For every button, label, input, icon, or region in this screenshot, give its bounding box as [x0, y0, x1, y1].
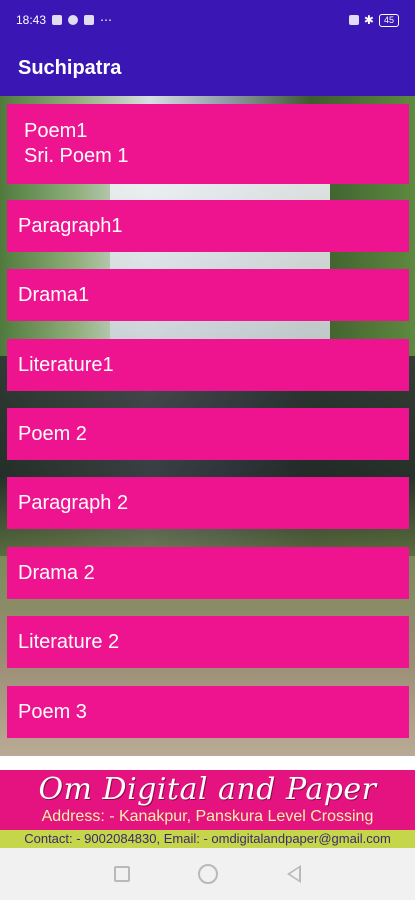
menu-item-paragraph1[interactable]: Paragraph1 — [7, 200, 409, 252]
ad-banner[interactable]: Om Digital and Paper Address: - Kanakpur… — [0, 770, 415, 848]
menu-item-label: Drama 2 — [18, 561, 95, 584]
status-time: 18:43 — [16, 13, 47, 27]
home-icon[interactable] — [198, 864, 219, 884]
menu-item-label: Paragraph1 — [18, 214, 123, 237]
content-background: Poem1 Sri. Poem 1 Paragraph1 Drama1 Lite… — [0, 96, 415, 756]
menu-item-label: Paragraph 2 — [18, 491, 129, 514]
status-bar: 18:43 ⋯ ✱ 45 — [0, 0, 415, 40]
apps-icon — [84, 15, 95, 25]
menu-item-label: Poem 3 — [18, 700, 87, 723]
status-left: 18:43 ⋯ — [16, 13, 112, 27]
menu-item-label: Poem1 — [24, 120, 88, 142]
menu-item-poem1[interactable]: Poem1 Sri. Poem 1 — [7, 104, 409, 184]
menu-item-label: Poem 2 — [18, 422, 87, 445]
more-icon: ⋯ — [100, 13, 113, 27]
banner-contact: Contact: - 9002084830, Email: - omdigita… — [0, 830, 415, 848]
banner-title: Om Digital and Paper — [38, 772, 377, 807]
menu-item-label: Literature 2 — [18, 630, 120, 653]
volte-icon — [348, 15, 359, 25]
menu-item-poem2[interactable]: Poem 2 — [7, 408, 409, 460]
signal-icon — [52, 15, 63, 25]
app-bar: Suchipatra — [0, 40, 415, 96]
menu-item-drama1[interactable]: Drama1 — [7, 269, 409, 321]
system-nav-bar — [0, 848, 415, 900]
menu-item-poem3[interactable]: Poem 3 — [7, 686, 409, 738]
bluetooth-icon: ✱ — [363, 13, 374, 27]
recent-apps-icon[interactable] — [114, 866, 131, 882]
menu-item-literature1[interactable]: Literature1 — [7, 339, 409, 391]
menu-item-label: Literature1 — [18, 353, 114, 376]
banner-address: Address: - Kanakpur, Panskura Level Cros… — [41, 808, 374, 825]
page-title: Suchipatra — [18, 56, 122, 79]
whatsapp-icon — [68, 15, 79, 25]
battery-icon: 45 — [378, 13, 399, 27]
back-icon[interactable] — [286, 865, 301, 883]
menu-item-label: Drama1 — [18, 283, 90, 306]
menu-item-drama2[interactable]: Drama 2 — [7, 547, 409, 599]
menu-item-sublabel: Sri. Poem 1 — [24, 145, 129, 167]
menu-item-paragraph2[interactable]: Paragraph 2 — [7, 477, 409, 529]
status-right: ✱ 45 — [348, 13, 399, 27]
menu-item-literature2[interactable]: Literature 2 — [7, 616, 409, 668]
